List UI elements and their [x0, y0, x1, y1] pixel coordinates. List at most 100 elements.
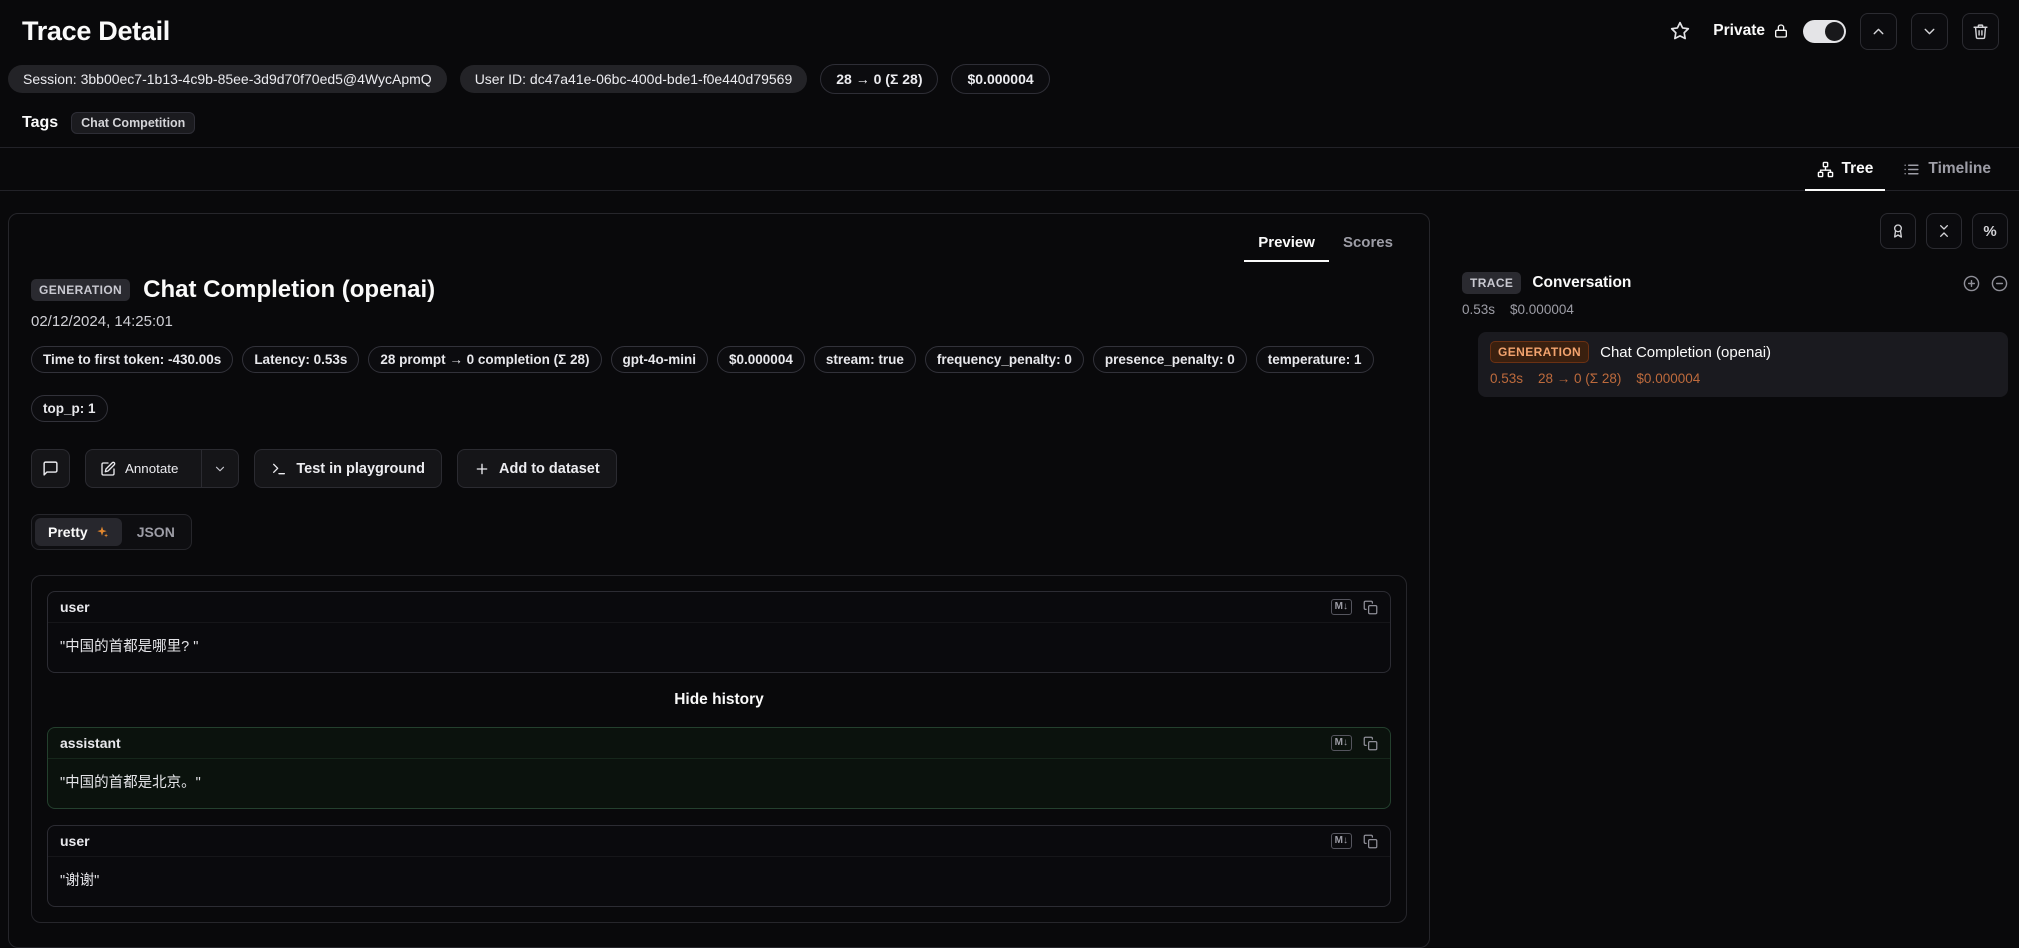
tree-node-stats: 0.53s 28 → 0 (Σ 28) $0.000004 [1490, 371, 1996, 386]
trace-latency: 0.53s [1462, 302, 1495, 317]
detail-badge: frequency_penalty: 0 [925, 346, 1084, 373]
observation-timestamp: 02/12/2024, 14:25:01 [31, 313, 1407, 330]
previous-trace-button[interactable] [1860, 13, 1897, 50]
page-title: Trace Detail [22, 16, 170, 47]
add-to-dataset-label: Add to dataset [499, 461, 600, 477]
message-content: "谢谢" [48, 856, 1390, 906]
public-share-toggle[interactable] [1803, 20, 1846, 43]
detail-badge: 28 prompt → 0 completion (Σ 28) [368, 346, 601, 373]
copy-button[interactable] [1363, 736, 1378, 751]
detail-badge: Latency: 0.53s [242, 346, 359, 373]
tag-chat-competition[interactable]: Chat Competition [71, 112, 195, 134]
annotate-dropdown-button[interactable] [201, 450, 238, 487]
session-badge[interactable]: Session: 3bb00ec7-1b13-4c9b-85ee-3d9d70f… [8, 65, 447, 93]
test-in-playground-label: Test in playground [296, 461, 425, 477]
terminal-icon [271, 461, 287, 477]
detail-badge: presence_penalty: 0 [1093, 346, 1247, 373]
collapse-all-button[interactable] [1926, 213, 1962, 249]
detail-badge: top_p: 1 [31, 395, 108, 422]
observation-actions: Annotate Test in playground Add to datas… [31, 449, 1407, 488]
tab-tree[interactable]: Tree [1805, 148, 1886, 191]
main-content: Preview Scores GENERATION Chat Completio… [0, 191, 2019, 948]
detail-badge: Time to first token: -430.00s [31, 346, 233, 373]
delete-trace-button[interactable] [1962, 13, 1999, 50]
message-header: assistant M↓ [48, 728, 1390, 758]
collapse-node-button[interactable] [1991, 275, 2008, 292]
test-in-playground-button[interactable]: Test in playground [254, 449, 442, 488]
json-label: JSON [137, 524, 175, 540]
tags-section: Tags Chat Competition [0, 104, 2019, 148]
add-to-dataset-button[interactable]: Add to dataset [457, 449, 617, 488]
copy-icon [1363, 736, 1378, 751]
lock-icon [1773, 23, 1789, 39]
observation-tabs: Preview Scores [31, 228, 1407, 262]
messages-container: user M↓ "中国的首都是哪里? " Hide history assist… [31, 575, 1407, 923]
tab-preview[interactable]: Preview [1244, 228, 1329, 262]
format-json-option[interactable]: JSON [124, 518, 188, 546]
page-header: Trace Detail Private [0, 0, 2019, 58]
chevrons-down-up-icon [1936, 223, 1952, 239]
tab-timeline[interactable]: Timeline [1891, 148, 2003, 191]
trace-stats: 0.53s $0.000004 [1462, 302, 2008, 317]
detail-badge: $0.000004 [717, 346, 805, 373]
copy-icon [1363, 834, 1378, 849]
markdown-toggle-icon[interactable]: M↓ [1331, 833, 1352, 849]
chevron-up-icon [1870, 23, 1887, 40]
award-icon [1890, 223, 1906, 239]
tree-node-heading: GENERATION Chat Completion (openai) [1490, 341, 1996, 363]
trace-cost: $0.000004 [1510, 302, 1574, 317]
tab-tree-label: Tree [1842, 160, 1874, 178]
detail-badge: stream: true [814, 346, 916, 373]
tab-timeline-label: Timeline [1928, 160, 1991, 178]
star-icon [1670, 21, 1690, 41]
annotate-split-button: Annotate [85, 449, 239, 488]
copy-button[interactable] [1363, 600, 1378, 615]
hide-history-button[interactable]: Hide history [47, 689, 1391, 711]
observation-detail-badges: Time to first token: -430.00s Latency: 0… [31, 346, 1407, 422]
next-trace-button[interactable] [1911, 13, 1948, 50]
scores-toggle-button[interactable] [1880, 213, 1916, 249]
message-role: user [60, 599, 90, 615]
node-tokens: 28 → 0 (Σ 28) [1538, 371, 1621, 386]
observation-heading: GENERATION Chat Completion (openai) [31, 276, 1407, 304]
copy-button[interactable] [1363, 834, 1378, 849]
message-user-1: user M↓ "中国的首都是哪里? " [47, 591, 1391, 673]
pretty-label: Pretty [48, 524, 88, 540]
detail-badge: temperature: 1 [1256, 346, 1374, 373]
trace-tree-panel: % TRACE Conversation 0.53s $0.000004 GEN… [1462, 213, 2008, 397]
annotate-button[interactable]: Annotate [86, 450, 192, 487]
message-role: assistant [60, 735, 121, 751]
minus-circle-icon [1991, 275, 2008, 292]
trace-root-row[interactable]: TRACE Conversation [1462, 272, 2008, 294]
toggle-knob [1825, 22, 1844, 41]
metrics-toggle-button[interactable]: % [1972, 213, 2008, 249]
tags-label: Tags [22, 114, 58, 132]
markdown-toggle-icon[interactable]: M↓ [1331, 599, 1352, 615]
observation-card: Preview Scores GENERATION Chat Completio… [8, 213, 1430, 948]
expand-all-button[interactable] [1963, 275, 1980, 292]
message-user-2: user M↓ "谢谢" [47, 825, 1391, 907]
user-id-badge[interactable]: User ID: dc47a41e-06bc-400d-bde1-f0e440d… [460, 65, 808, 93]
plus-circle-icon [1963, 275, 1980, 292]
tree-icon [1817, 161, 1834, 178]
message-role: user [60, 833, 90, 849]
message-content: "中国的首都是北京。" [48, 758, 1390, 808]
node-latency: 0.53s [1490, 371, 1523, 386]
message-tools: M↓ [1331, 599, 1378, 615]
privacy-label: Private [1713, 22, 1765, 40]
tab-scores[interactable]: Scores [1329, 228, 1407, 262]
message-tools: M↓ [1331, 735, 1378, 751]
tree-toolbar: % [1462, 213, 2008, 249]
bookmark-star-button[interactable] [1661, 12, 1699, 50]
format-pretty-option[interactable]: Pretty [35, 518, 122, 546]
tree-node-generation[interactable]: GENERATION Chat Completion (openai) 0.53… [1478, 332, 2008, 397]
comments-button[interactable] [31, 449, 70, 488]
token-usage-badge: 28 → 0 (Σ 28) [820, 64, 938, 94]
view-tabs: Tree Timeline [0, 148, 2019, 191]
generation-type-badge: GENERATION [31, 279, 130, 301]
timeline-icon [1903, 161, 1920, 178]
trace-type-badge: TRACE [1462, 272, 1521, 294]
markdown-toggle-icon[interactable]: M↓ [1331, 735, 1352, 751]
trash-icon [1972, 23, 1989, 40]
observation-title: Chat Completion (openai) [143, 276, 435, 304]
